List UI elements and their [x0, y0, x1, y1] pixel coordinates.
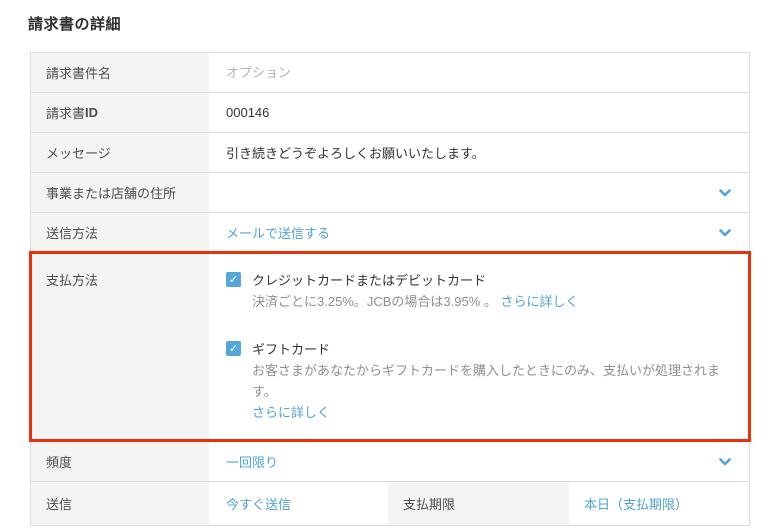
payment-due-label: 支払期限 — [388, 482, 569, 525]
chevron-down-icon[interactable] — [719, 457, 731, 466]
giftcard-learn-more-link[interactable]: さらに詳しく — [252, 402, 734, 423]
card-option-title: クレジットカードまたはデビットカード — [252, 273, 487, 288]
invoice-id-label: 請求書 ID — [31, 93, 209, 132]
delivery-method-label: 送信方法 — [31, 213, 209, 252]
card-option-texts: クレジットカードまたはデビットカード 決済ごとに3.25%。JCBの場合は3.9… — [252, 270, 579, 312]
message-value[interactable]: 引き続きどうぞよろしくお願いいたします。 — [226, 143, 485, 162]
invoice-id-value: 000146 — [226, 105, 270, 120]
invoice-details-form: 請求書件名 請求書ID 000146 メッセージ 引き続きどうぞよろしくお願いい… — [29, 52, 751, 526]
chevron-down-icon[interactable] — [719, 188, 731, 197]
invoice-id-label-suffix: ID — [85, 105, 99, 120]
send-timing-value-cell[interactable]: 今すぐ送信 — [209, 482, 388, 525]
card-learn-more-link[interactable]: さらに詳しく — [501, 294, 579, 309]
invoice-id-label-prefix: 請求書 — [46, 106, 86, 121]
invoice-subject-input[interactable] — [226, 65, 734, 80]
delivery-method-value[interactable]: メールで送信する — [226, 223, 330, 242]
invoice-id-value-cell: 000146 — [209, 93, 749, 132]
row-payment-method: 支払方法 ✓ クレジットカードまたはデビットカード 決済ごとに3.25%。JCB… — [29, 251, 751, 442]
page-title: 請求書の詳細 — [28, 16, 122, 33]
row-frequency: 頻度 一回限り — [31, 442, 749, 482]
card-checkbox[interactable]: ✓ — [226, 272, 241, 287]
message-value-cell[interactable]: 引き続きどうぞよろしくお願いいたします。 — [209, 133, 749, 172]
payment-option-giftcard: ✓ ギフトカード お客さまがあなたからギフトカードを購入したときにのみ、支払いが… — [226, 339, 734, 423]
send-timing-value[interactable]: 今すぐ送信 — [226, 494, 291, 513]
payment-method-label: 支払方法 — [31, 253, 209, 441]
row-message: メッセージ 引き続きどうぞよろしくお願いいたします。 — [31, 133, 749, 173]
giftcard-checkbox[interactable]: ✓ — [226, 341, 241, 356]
row-send: 送信 今すぐ送信 支払期限 本日（支払期限） — [31, 482, 749, 525]
payment-option-card: ✓ クレジットカードまたはデビットカード 決済ごとに3.25%。JCBの場合は3… — [226, 270, 734, 312]
send-label: 送信 — [31, 482, 209, 525]
invoice-subject-label: 請求書件名 — [31, 53, 209, 92]
business-address-label: 事業または店舗の住所 — [31, 173, 209, 212]
giftcard-option-description: お客さまがあなたからギフトカードを購入したときにのみ、支払いが処理されます。さら… — [252, 360, 734, 423]
row-business-address: 事業または店舗の住所 — [31, 173, 749, 213]
row-invoice-id: 請求書 ID 000146 — [31, 93, 749, 133]
frequency-label: 頻度 — [31, 442, 209, 481]
message-label: メッセージ — [31, 133, 209, 172]
invoice-subject-value-cell — [209, 53, 749, 92]
frequency-value-cell[interactable]: 一回限り — [209, 442, 749, 481]
row-delivery-method: 送信方法 メールで送信する — [31, 213, 749, 253]
chevron-down-icon[interactable] — [719, 228, 731, 237]
invoice-details-page: 請求書の詳細 請求書件名 請求書ID 000146 メッセージ 引き続きどうぞよ… — [0, 0, 782, 531]
giftcard-option-texts: ギフトカード お客さまがあなたからギフトカードを購入したときにのみ、支払いが処理… — [252, 339, 734, 423]
row-invoice-subject: 請求書件名 — [31, 53, 749, 93]
payment-method-options: ✓ クレジットカードまたはデビットカード 決済ごとに3.25%。JCBの場合は3… — [209, 253, 749, 441]
business-address-value-cell[interactable] — [209, 173, 749, 212]
payment-due-value[interactable]: 本日（支払期限） — [584, 494, 688, 513]
frequency-value[interactable]: 一回限り — [226, 452, 278, 471]
card-fee-text: 決済ごとに3.25%。JCBの場合は3.95% 。 — [252, 294, 497, 309]
giftcard-desc-text: お客さまがあなたからギフトカードを購入したときにのみ、支払いが処理されます。 — [252, 363, 721, 399]
payment-due-value-cell[interactable]: 本日（支払期限） — [569, 482, 749, 525]
giftcard-option-title: ギフトカード — [252, 342, 331, 357]
delivery-method-value-cell[interactable]: メールで送信する — [209, 213, 749, 252]
card-option-description: 決済ごとに3.25%。JCBの場合は3.95% 。 さらに詳しく — [252, 291, 579, 312]
